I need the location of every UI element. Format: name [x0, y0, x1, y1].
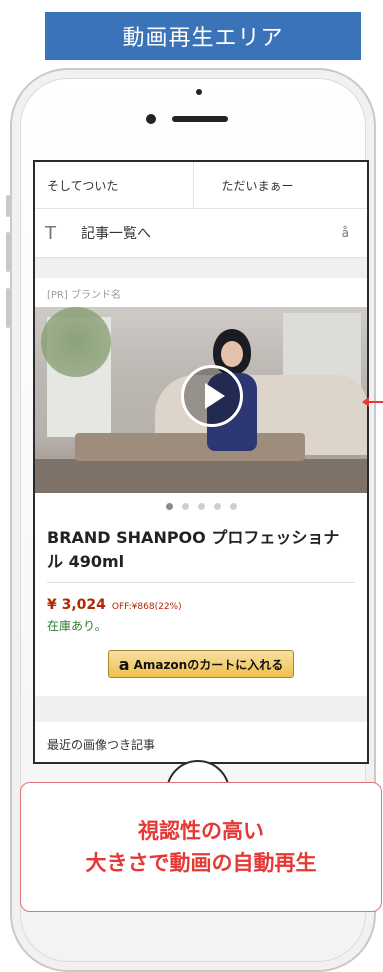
scene-floor — [35, 459, 367, 493]
stock-status: 在庫あり。 — [47, 619, 107, 633]
section-gap — [35, 258, 367, 278]
next-article-link[interactable]: ただいまぁー — [192, 162, 368, 208]
scene-person-face — [221, 341, 243, 367]
product-name[interactable]: BRAND SHANPOO プロフェッショナル 490ml — [35, 516, 367, 574]
video-player[interactable] — [35, 307, 367, 493]
recent-articles-heading: 最近の画像つき記事 — [47, 738, 156, 752]
side-button-mute — [6, 195, 10, 217]
callout-line-2: 大きさで動画の自動再生 — [85, 851, 317, 875]
callout-box: 視認性の高い 大きさで動画の自動再生 — [20, 782, 382, 912]
video-area-banner: 動画再生エリア — [45, 12, 361, 60]
section-gap — [35, 696, 367, 722]
divider — [47, 582, 355, 583]
play-icon[interactable] — [181, 365, 243, 427]
add-to-cart-label: Amazonのカートに入れる — [133, 657, 284, 672]
callout-line-1: 視認性の高い — [138, 819, 264, 843]
earpiece-speaker — [172, 116, 228, 122]
carousel-dot[interactable] — [197, 503, 205, 510]
price: ¥ 3,024 — [47, 597, 106, 613]
scene-plant — [41, 307, 111, 377]
carousel-dot[interactable] — [181, 503, 189, 510]
camera-dot — [196, 89, 202, 95]
article-list-label: 記事一覧へ — [81, 226, 151, 242]
ad-unit: [PR] ブランド名 BRAND SHANPOO プロフェッショナル 490ml… — [35, 278, 367, 678]
article-nav: そしてついた ただいまぁー — [35, 162, 367, 209]
front-camera — [146, 114, 156, 124]
phone-screen: そしてついた ただいまぁー T 記事一覧へ å [PR] ブランド名 BRAND… — [33, 160, 369, 764]
add-to-cart-button[interactable]: a Amazonのカートに入れる — [108, 650, 294, 678]
side-button-volume-up — [6, 232, 10, 272]
prev-article-link[interactable]: そしてついた — [35, 162, 193, 208]
carousel-dot[interactable] — [229, 503, 237, 510]
font-size-icon[interactable]: å — [342, 226, 349, 240]
text-icon: T — [45, 222, 56, 244]
article-list-link[interactable]: T 記事一覧へ å — [35, 209, 367, 258]
arrow-left-icon — [362, 397, 369, 407]
carousel-dots[interactable] — [35, 493, 367, 516]
amazon-logo-icon: a — [118, 654, 130, 674]
carousel-dot[interactable] — [213, 503, 221, 510]
scene-table — [75, 433, 305, 461]
carousel-dot[interactable] — [165, 503, 173, 510]
price-row: ¥ 3,024 OFF:¥868(22%) — [35, 591, 367, 613]
pr-label: [PR] ブランド名 — [47, 290, 121, 301]
discount: OFF:¥868(22%) — [111, 602, 182, 612]
side-button-volume-down — [6, 288, 10, 328]
